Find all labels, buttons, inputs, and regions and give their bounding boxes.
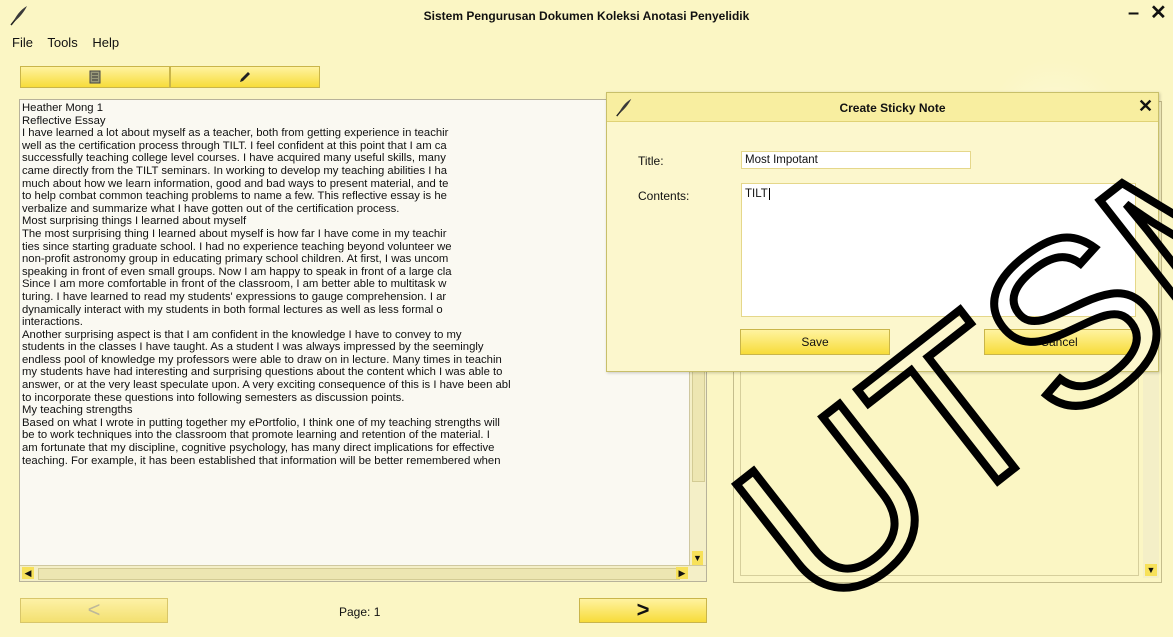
document-line: answer, or at the very least speculate u… — [22, 379, 511, 392]
document-line: endless pool of knowledge my professors … — [22, 353, 502, 366]
document-line: well as the certification process throug… — [22, 139, 447, 152]
document-line: interactions. — [22, 316, 83, 329]
contents-textarea[interactable]: TILT — [741, 183, 1136, 317]
menu-tools[interactable]: Tools — [47, 35, 77, 50]
document-line: my students have had interesting and sur… — [22, 366, 503, 379]
cancel-button[interactable]: Cancel — [984, 329, 1134, 355]
title-label: Title: — [638, 154, 664, 168]
scroll-right-icon[interactable]: ▶ — [676, 567, 688, 579]
scroll-down-icon[interactable]: ▼ — [692, 551, 703, 565]
document-line: Most surprising things I learned about m… — [22, 215, 247, 228]
window-title: Sistem Pengurusan Dokumen Koleksi Anotas… — [423, 9, 750, 23]
dialog-close-button[interactable]: ✕ — [1138, 96, 1153, 116]
view-document-button[interactable] — [20, 66, 170, 88]
create-sticky-note-dialog: Create Sticky Note ✕ Title: Most Impotan… — [606, 92, 1159, 372]
document-line: I have learned a lot about myself as a t… — [22, 127, 449, 140]
document-line: speaking in front of even small groups. … — [22, 265, 452, 278]
menu-help[interactable]: Help — [92, 35, 119, 50]
document-line: teaching. For example, it has been estab… — [22, 454, 501, 467]
document-line: much about how we learn information, goo… — [22, 177, 449, 190]
contents-label: Contents: — [638, 189, 690, 203]
document-line: to help combat common teaching problems … — [22, 190, 447, 203]
dialog-title-bar: Create Sticky Note ✕ — [607, 93, 1158, 122]
document-viewer[interactable]: Heather Mong 1 Reflective Essay I have lea… — [19, 99, 707, 582]
document-line: students in the classes I have taught. A… — [22, 341, 484, 354]
title-bar: Sistem Pengurusan Dokumen Koleksi Anotas… — [0, 0, 1173, 30]
menu-bar: File Tools Help — [12, 35, 130, 50]
contents-text: TILT — [745, 188, 768, 200]
scroll-left-icon[interactable]: ◀ — [22, 567, 34, 579]
annotate-button[interactable] — [170, 66, 320, 88]
close-button[interactable]: ✕ — [1150, 3, 1167, 23]
document-line: came directly from the TILT seminars. In… — [22, 164, 448, 177]
document-icon — [89, 70, 101, 84]
document-line: Another surprising aspect is that I am c… — [22, 328, 462, 341]
document-line: The most surprising thing I learned abou… — [22, 227, 447, 240]
next-page-button[interactable]: > — [579, 598, 707, 623]
pencil-icon — [240, 72, 250, 82]
document-line: be to work techniques into the classroom… — [22, 429, 490, 442]
document-line: Reflective Essay — [22, 114, 106, 127]
document-line: successfully teaching college level cour… — [22, 152, 446, 165]
text-cursor — [768, 188, 770, 200]
document-line: verbalize and summarize what I have gott… — [22, 202, 400, 215]
document-text: Heather Mong 1 Reflective Essay I have lea… — [22, 102, 687, 567]
document-line: non-profit astronomy group in educating … — [22, 253, 449, 266]
horizontal-scrollbar-thumb[interactable] — [38, 568, 680, 580]
menu-file[interactable]: File — [12, 35, 33, 50]
page-indicator: Page: 1 — [339, 605, 381, 619]
title-input[interactable]: Most Impotant — [741, 151, 971, 169]
annotation-scroll-down-icon[interactable]: ▼ — [1145, 564, 1157, 576]
minimize-button[interactable]: – — [1128, 3, 1139, 23]
document-line: Based on what I wrote in putting togethe… — [22, 416, 500, 429]
document-line: ties since starting graduate school. I h… — [22, 240, 452, 253]
previous-page-button[interactable]: < — [20, 598, 168, 623]
document-line: dynamically interact with my students in… — [22, 303, 443, 316]
document-line: to incorporate these questions into foll… — [22, 391, 405, 404]
document-line: Heather Mong 1 — [22, 102, 104, 114]
document-line: Since I am more comfortable in front of … — [22, 278, 447, 291]
dialog-title: Create Sticky Note — [839, 101, 946, 115]
horizontal-scrollbar[interactable]: ◀ ▶ — [20, 565, 706, 581]
save-button[interactable]: Save — [740, 329, 890, 355]
document-line: My teaching strengths — [22, 404, 133, 417]
document-line: turing. I have learned to read my studen… — [22, 290, 447, 303]
document-line: am fortunate that my discipline, cogniti… — [22, 442, 495, 455]
